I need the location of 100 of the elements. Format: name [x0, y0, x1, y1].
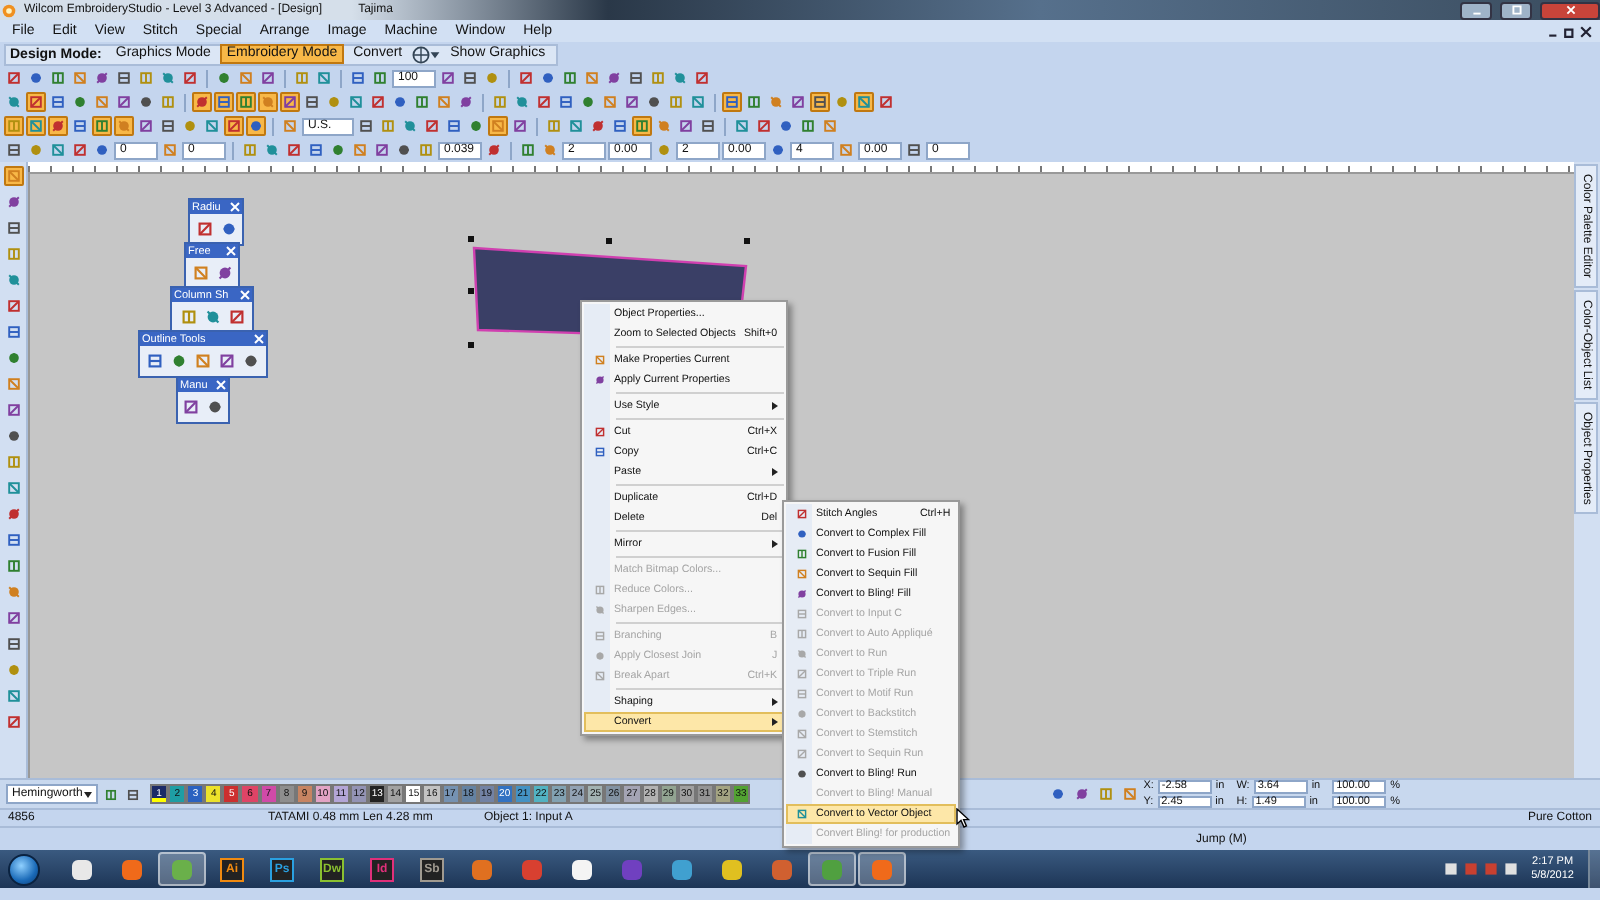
tool-icon[interactable] [588, 116, 608, 136]
tool-icon[interactable] [70, 116, 90, 136]
tool-icon[interactable] [4, 140, 24, 160]
tool-icon[interactable] [444, 116, 464, 136]
tool-icon[interactable] [216, 350, 238, 372]
tool-icon[interactable] [284, 140, 304, 160]
tool-icon[interactable] [213, 262, 235, 284]
maximize-button[interactable] [1500, 1, 1532, 19]
minimize-button[interactable] [1460, 1, 1492, 19]
tool-icon[interactable] [534, 92, 554, 112]
tool-icon[interactable] [412, 92, 432, 112]
menu-item-icon[interactable] [591, 424, 607, 440]
tool-icon[interactable] [1071, 784, 1092, 804]
tool-icon[interactable] [180, 396, 202, 418]
show-desktop-button[interactable] [1588, 850, 1600, 888]
tool-icon[interactable] [201, 306, 223, 328]
menu-item-icon[interactable] [793, 506, 809, 522]
tool-icon[interactable] [368, 92, 388, 112]
tool-icon[interactable] [114, 92, 134, 112]
tool-icon[interactable] [193, 218, 215, 240]
tool-icon[interactable] [3, 530, 23, 550]
start-button[interactable] [8, 853, 40, 885]
tool-icon[interactable] [1047, 784, 1068, 804]
tool-icon[interactable] [518, 140, 538, 160]
tool-icon[interactable] [224, 116, 244, 136]
tool-icon[interactable] [4, 68, 24, 88]
tool-icon[interactable] [3, 634, 23, 654]
tool-icon[interactable] [876, 92, 896, 112]
tool-icon[interactable] [622, 92, 642, 112]
menu-item-icon[interactable] [591, 372, 607, 388]
tool-icon[interactable] [102, 785, 120, 803]
tool-icon[interactable] [168, 350, 190, 372]
tool-icon[interactable] [356, 116, 376, 136]
tool-icon[interactable] [3, 556, 23, 576]
tool-icon[interactable] [788, 92, 808, 112]
tool-icon[interactable] [698, 116, 718, 136]
tool-icon[interactable] [754, 116, 774, 136]
tool-icon[interactable] [3, 348, 23, 368]
tool-icon[interactable] [348, 68, 368, 88]
tool-icon[interactable] [124, 785, 142, 803]
tool-icon[interactable] [394, 140, 414, 160]
tool-icon[interactable] [604, 68, 624, 88]
tool-icon[interactable] [722, 92, 742, 112]
tool-icon[interactable] [456, 92, 476, 112]
tool-icon[interactable] [158, 116, 178, 136]
tool-icon[interactable] [692, 68, 712, 88]
tool-icon[interactable] [214, 68, 234, 88]
menu-item-icon[interactable] [793, 806, 809, 822]
tool-icon[interactable] [48, 116, 68, 136]
tool-icon[interactable] [904, 140, 924, 160]
tool-icon[interactable] [240, 350, 262, 372]
tool-icon[interactable] [48, 68, 68, 88]
tool-icon[interactable] [306, 140, 326, 160]
tool-icon[interactable] [192, 92, 212, 112]
tool-icon[interactable] [3, 322, 23, 342]
menu-item-icon[interactable] [793, 766, 809, 782]
tool-icon[interactable] [372, 140, 392, 160]
tool-icon[interactable] [3, 426, 23, 446]
tool-icon[interactable] [556, 92, 576, 112]
tool-icon[interactable] [70, 92, 90, 112]
tool-icon[interactable] [92, 68, 112, 88]
tool-icon[interactable] [390, 92, 410, 112]
tool-icon[interactable] [26, 92, 46, 112]
tool-icon[interactable] [626, 68, 646, 88]
tool-icon[interactable] [70, 140, 90, 160]
tool-icon[interactable] [280, 92, 300, 112]
tool-icon[interactable] [516, 68, 536, 88]
tool-icon[interactable] [776, 116, 796, 136]
menu-item-icon[interactable] [591, 444, 607, 460]
tool-icon[interactable] [798, 116, 818, 136]
tool-icon[interactable] [422, 116, 442, 136]
tool-icon[interactable] [768, 140, 788, 160]
close-icon[interactable] [1580, 25, 1592, 37]
tool-icon[interactable] [114, 68, 134, 88]
tool-icon[interactable] [3, 192, 23, 212]
menu-item-icon[interactable] [793, 586, 809, 602]
tool-icon[interactable] [26, 68, 46, 88]
restore-icon[interactable] [1564, 25, 1576, 37]
menu-item-icon[interactable] [793, 546, 809, 562]
tool-icon[interactable] [48, 92, 68, 112]
tool-icon[interactable] [538, 68, 558, 88]
tool-icon[interactable] [370, 68, 390, 88]
tool-icon[interactable] [3, 296, 23, 316]
tool-icon[interactable] [460, 68, 480, 88]
tool-icon[interactable] [610, 116, 630, 136]
tool-icon[interactable] [484, 140, 504, 160]
tool-icon[interactable] [744, 92, 764, 112]
tool-icon[interactable] [246, 116, 266, 136]
tool-icon[interactable] [578, 92, 598, 112]
tool-icon[interactable] [225, 306, 247, 328]
tool-icon[interactable] [328, 140, 348, 160]
tool-icon[interactable] [644, 92, 664, 112]
tool-icon[interactable] [810, 92, 830, 112]
tool-icon[interactable] [302, 92, 322, 112]
tool-icon[interactable] [560, 68, 580, 88]
tool-icon[interactable] [144, 350, 166, 372]
tool-icon[interactable] [438, 68, 458, 88]
tool-icon[interactable] [676, 116, 696, 136]
tool-icon[interactable] [204, 396, 226, 418]
tool-icon[interactable] [136, 92, 156, 112]
